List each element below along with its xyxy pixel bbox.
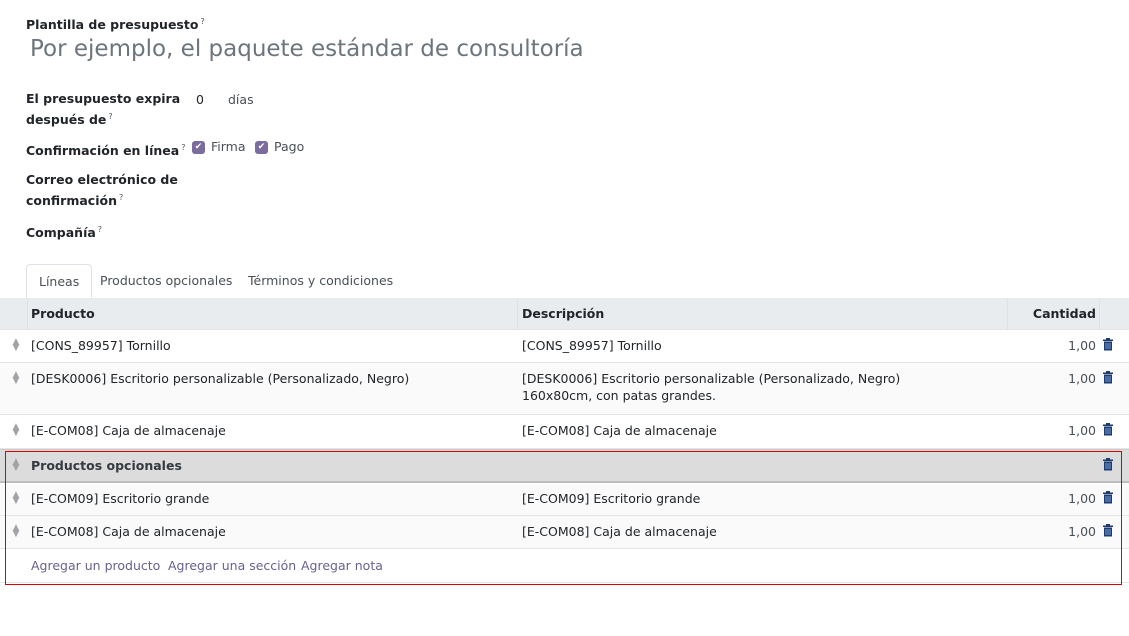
tab-optional-products[interactable]: Productos opcionales xyxy=(88,264,244,298)
quantity-cell[interactable]: 1,00 xyxy=(1068,338,1096,353)
tab-lines[interactable]: Líneas xyxy=(26,264,93,298)
expire-label-line2: después de xyxy=(26,112,107,128)
email-label: Correo electrónico de confirmación? xyxy=(26,171,178,210)
template-label-text: Plantilla de presupuesto xyxy=(26,17,199,33)
help-icon[interactable]: ? xyxy=(119,193,123,202)
expire-label: El presupuesto expira después de? xyxy=(26,90,180,129)
trash-icon[interactable] xyxy=(1102,338,1114,351)
product-cell[interactable]: [CONS_89957] Tornillo xyxy=(31,338,171,353)
check-icon[interactable]: ✔ xyxy=(192,141,205,154)
product-cell[interactable]: [DESK0006] Escritorio personalizable (Pe… xyxy=(31,371,409,386)
trash-icon[interactable] xyxy=(1102,371,1114,384)
highlight-box xyxy=(5,451,1122,585)
trash-icon[interactable] xyxy=(1102,423,1114,436)
help-icon[interactable]: ? xyxy=(181,143,185,152)
description-cell[interactable]: [CONS_89957] Tornillo xyxy=(522,338,662,355)
description-cell[interactable]: [E-COM08] Caja de almacenaje xyxy=(522,423,717,440)
check-icon[interactable]: ✔ xyxy=(255,141,268,154)
signature-label: Firma xyxy=(211,139,246,154)
confirm-label-text: Confirmación en línea xyxy=(26,143,180,159)
drag-handle-icon[interactable]: ▲ ▼ xyxy=(11,423,21,438)
table-row[interactable]: ▲ ▼ [DESK0006] Escritorio personalizable (… xyxy=(0,363,1129,415)
product-cell[interactable]: [E-COM08] Caja de almacenaje xyxy=(31,423,226,438)
table-header: Producto Descripción Cantidad xyxy=(0,298,1129,330)
tab-terms[interactable]: Términos y condiciones xyxy=(236,264,405,298)
description-text-2: 160x80cm, con patas grandes. xyxy=(522,388,716,403)
expire-days-input[interactable]: 0 xyxy=(196,92,204,107)
payment-checkbox[interactable]: ✔ Pago xyxy=(255,139,304,154)
help-icon[interactable]: ? xyxy=(108,112,112,121)
expire-unit: días xyxy=(228,92,254,107)
quantity-cell[interactable]: 1,00 xyxy=(1068,423,1096,438)
header-quantity[interactable]: Cantidad xyxy=(1033,306,1096,321)
payment-label: Pago xyxy=(274,139,305,154)
expire-label-line1: El presupuesto expira xyxy=(26,91,181,106)
table-row[interactable]: ▲ ▼ [CONS_89957] Tornillo [CONS_89957] Torn… xyxy=(0,330,1129,363)
confirm-label: Confirmación en línea? xyxy=(26,139,185,160)
tabs: Líneas Productos opcionales Términos y c… xyxy=(0,264,1129,298)
company-label: Compañía? xyxy=(26,221,102,242)
drag-handle-icon[interactable]: ▲ ▼ xyxy=(11,371,21,386)
email-label-line1: Correo electrónico de xyxy=(26,172,178,187)
help-icon[interactable]: ? xyxy=(200,17,204,26)
drag-handle-icon[interactable]: ▲ ▼ xyxy=(11,338,21,353)
description-text: [CONS_89957] Tornillo xyxy=(522,338,662,353)
signature-checkbox[interactable]: ✔ Firma xyxy=(192,139,246,154)
description-text: [E-COM08] Caja de almacenaje xyxy=(522,423,717,438)
email-label-line2: confirmación xyxy=(26,193,117,209)
header-product[interactable]: Producto xyxy=(31,306,95,321)
header-description[interactable]: Descripción xyxy=(522,306,604,321)
help-icon[interactable]: ? xyxy=(98,225,102,234)
description-cell[interactable]: [DESK0006] Escritorio personalizable (Pe… xyxy=(522,371,900,403)
quantity-cell[interactable]: 1,00 xyxy=(1068,371,1096,386)
template-name-input[interactable]: Por ejemplo, el paquete estándar de cons… xyxy=(30,36,584,62)
company-label-text: Compañía xyxy=(26,225,96,241)
table-row[interactable]: ▲ ▼ [E-COM08] Caja de almacenaje [E-COM08] … xyxy=(0,415,1129,449)
template-label: Plantilla de presupuesto? xyxy=(26,13,205,34)
description-text: [DESK0006] Escritorio personalizable (Pe… xyxy=(522,371,901,386)
